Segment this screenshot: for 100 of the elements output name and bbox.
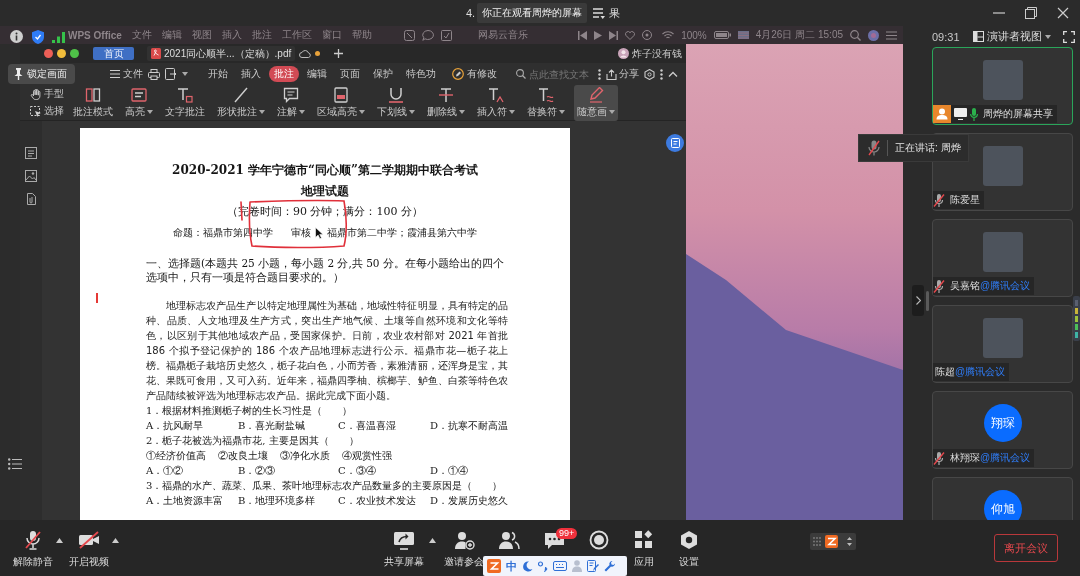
more-icon[interactable]	[660, 68, 663, 80]
ribbon-tab[interactable]: 保护	[368, 66, 398, 82]
caret-icon[interactable]	[409, 109, 415, 114]
wrench-icon[interactable]	[604, 560, 616, 572]
caret-icon[interactable]	[559, 109, 565, 114]
revision-button[interactable]: 有修改	[452, 67, 497, 81]
more-icon[interactable]	[598, 68, 601, 80]
ribbon-tool-button[interactable]: 文字批注	[162, 84, 208, 121]
list-icon[interactable]	[593, 7, 606, 19]
caret-icon[interactable]	[56, 538, 63, 543]
ribbon-tool-button[interactable]: 替换符	[524, 84, 568, 121]
menu-item[interactable]: 编辑	[161, 28, 182, 42]
ribbon-tab[interactable]: 插入	[236, 66, 266, 82]
caret-icon[interactable]	[1045, 34, 1051, 39]
user-name[interactable]: 炸子没有钱	[632, 46, 682, 61]
shield-icon[interactable]	[32, 30, 44, 44]
scrollbar-thumb[interactable]	[926, 291, 929, 311]
keyboard-icon[interactable]	[553, 561, 567, 571]
toolbar-button[interactable]: 解除静音	[13, 530, 53, 569]
battery-icon[interactable]	[713, 31, 731, 39]
ribbon-tool-button[interactable]: 形状批注	[214, 84, 268, 121]
list-icon[interactable]	[8, 458, 22, 470]
window-zoom-dot-icon[interactable]	[70, 49, 79, 58]
toolbar-button[interactable]: 设置	[669, 530, 709, 569]
moon-icon[interactable]	[522, 560, 533, 572]
info-icon[interactable]	[10, 30, 23, 43]
window-minimize-dot-icon[interactable]	[57, 49, 66, 58]
restore-icon[interactable]	[1025, 7, 1037, 19]
hand-tool-button[interactable]: 手型	[30, 87, 64, 101]
chevron-up-icon[interactable]	[668, 71, 678, 77]
caret-icon[interactable]	[259, 109, 265, 114]
signal-icon[interactable]	[52, 32, 65, 43]
share-button[interactable]: 分享	[606, 67, 639, 81]
heart-icon[interactable]	[625, 30, 636, 40]
ribbon-tool-button[interactable]: 区域高亮	[314, 84, 368, 121]
input-mode-label[interactable]: 中	[506, 558, 517, 574]
toolbar-button[interactable]: 开启视频	[69, 530, 109, 569]
ribbon-tool-button[interactable]: 插入符	[474, 84, 518, 121]
ribbon-tab[interactable]: 编辑	[302, 66, 332, 82]
caret-icon[interactable]	[147, 109, 153, 114]
menu-item[interactable]: 工作区	[281, 28, 312, 42]
menu-item[interactable]: 插入	[221, 28, 242, 42]
leave-meeting-button[interactable]: 离开会议	[994, 534, 1058, 562]
participant-tile[interactable]: 陈超@腾讯会议	[932, 305, 1073, 383]
ime-logo-icon[interactable]	[487, 559, 501, 573]
image-icon[interactable]	[25, 170, 37, 182]
wifi-icon[interactable]	[662, 30, 675, 40]
ribbon-tab[interactable]: 批注	[269, 66, 299, 82]
collapse-handle[interactable]	[912, 285, 924, 316]
outline-icon[interactable]	[25, 147, 37, 159]
window-icon[interactable]	[440, 29, 452, 41]
ribbon-tool-button[interactable]: 随意画	[574, 84, 618, 121]
caret-icon[interactable]	[429, 538, 436, 543]
ribbon-tab[interactable]: 开始	[203, 66, 233, 82]
toolbar-button[interactable]: 应用	[624, 530, 664, 569]
home-tab[interactable]: 首页	[93, 47, 134, 60]
flag-icon[interactable]	[737, 31, 749, 39]
lock-screen-button[interactable]: 锁定画面	[8, 64, 75, 84]
fullscreen-icon[interactable]	[1063, 30, 1075, 43]
ribbon-tool-button[interactable]: 删除线	[424, 84, 468, 121]
edit-document-icon[interactable]	[587, 560, 599, 572]
ribbon-tool-button[interactable]: 下划线	[374, 84, 418, 121]
caret-icon[interactable]	[299, 109, 305, 114]
menu-item[interactable]: 帮助	[351, 28, 372, 42]
next-track-icon[interactable]	[609, 30, 619, 40]
ribbon-tool-button[interactable]: 批注模式	[70, 84, 116, 121]
caret-icon[interactable]	[182, 72, 188, 76]
window-close-dot-icon[interactable]	[44, 49, 53, 58]
printer-icon[interactable]	[148, 68, 160, 80]
attachment-icon[interactable]	[25, 193, 37, 205]
ribbon-tab[interactable]: 特色功	[401, 66, 441, 82]
menu-item[interactable]: 批注	[251, 28, 272, 42]
control-list-icon[interactable]	[886, 30, 897, 40]
punctuation-icon[interactable]	[538, 560, 548, 572]
caret-icon[interactable]	[359, 109, 365, 114]
caret-icon[interactable]	[509, 109, 515, 114]
search-icon[interactable]	[850, 29, 861, 41]
participant-tile[interactable]: 吴嘉铭@腾讯会议	[932, 219, 1073, 297]
export-icon[interactable]	[165, 68, 177, 80]
toolbar-button[interactable]: 共享屏幕	[384, 530, 424, 569]
close-icon[interactable]	[1057, 7, 1069, 19]
ribbon-tool-button[interactable]: 注解	[274, 84, 308, 121]
music-app-name[interactable]: 网易云音乐	[477, 28, 528, 42]
ribbon-tab[interactable]: 页面	[335, 66, 365, 82]
cloud-icon[interactable]	[299, 49, 312, 58]
ribbon-tool-button[interactable]: 高亮	[122, 84, 156, 121]
menu-item[interactable]: 窗口	[321, 28, 342, 42]
toolbar-button[interactable]: 邀请参会	[444, 530, 484, 569]
bubble-icon[interactable]	[421, 29, 434, 41]
participant-tile[interactable]: 翔琛 林翔琛@腾讯会议	[932, 391, 1073, 469]
document-tab[interactable]: 2021同心顺半...（定稿）.pdf	[147, 46, 296, 61]
menu-item[interactable]: 文件	[131, 28, 152, 42]
select-tool-button[interactable]: 选择	[30, 104, 64, 118]
floating-tool-button[interactable]	[666, 134, 684, 152]
caret-icon[interactable]	[112, 538, 119, 543]
app-menu[interactable]: WPS Office	[68, 29, 122, 41]
new-tab-icon[interactable]	[334, 49, 344, 58]
file-menu-button[interactable]: 文件	[110, 67, 143, 81]
square-icon[interactable]	[403, 29, 415, 41]
search-field[interactable]: 点此查找文本	[514, 66, 593, 82]
